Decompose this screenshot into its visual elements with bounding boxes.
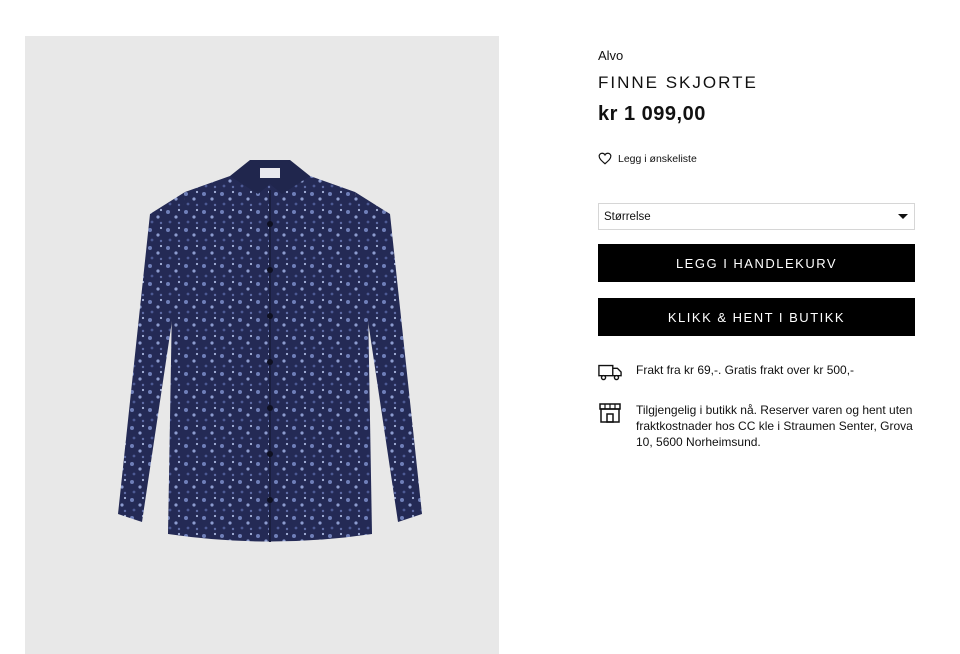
size-select[interactable]: Størrelse — [598, 203, 915, 230]
product-info: Alvo FINNE SKJORTE kr 1 099,00 Legg i øn… — [598, 44, 915, 450]
wishlist-button[interactable]: Legg i ønskeliste — [598, 152, 697, 165]
shipping-text: Frakt fra kr 69,-. Gratis frakt over kr … — [636, 363, 855, 377]
shipping-info: Frakt fra kr 69,-. Gratis frakt over kr … — [598, 362, 915, 382]
click-collect-button[interactable]: KLIKK & HENT I BUTIKK — [598, 298, 915, 336]
product-photo — [118, 160, 422, 542]
store-text: Tilgjengelig i butikk nå. Reserver varen… — [636, 403, 913, 449]
store-info: Tilgjengelig i butikk nå. Reserver varen… — [598, 402, 915, 450]
product-price: kr 1 099,00 — [598, 103, 706, 125]
add-to-cart-button[interactable]: LEGG I HANDLEKURV — [598, 244, 915, 282]
truck-icon — [598, 364, 622, 381]
wishlist-label: Legg i ønskeliste — [618, 152, 697, 165]
product-image-panel[interactable] — [25, 36, 499, 654]
store-icon — [599, 403, 621, 423]
brand-name[interactable]: Alvo — [598, 48, 915, 63]
heart-icon — [598, 152, 612, 165]
chevron-down-icon — [898, 214, 908, 219]
size-select-placeholder: Størrelse — [604, 210, 651, 223]
product-title: FINNE SKJORTE — [598, 73, 758, 92]
